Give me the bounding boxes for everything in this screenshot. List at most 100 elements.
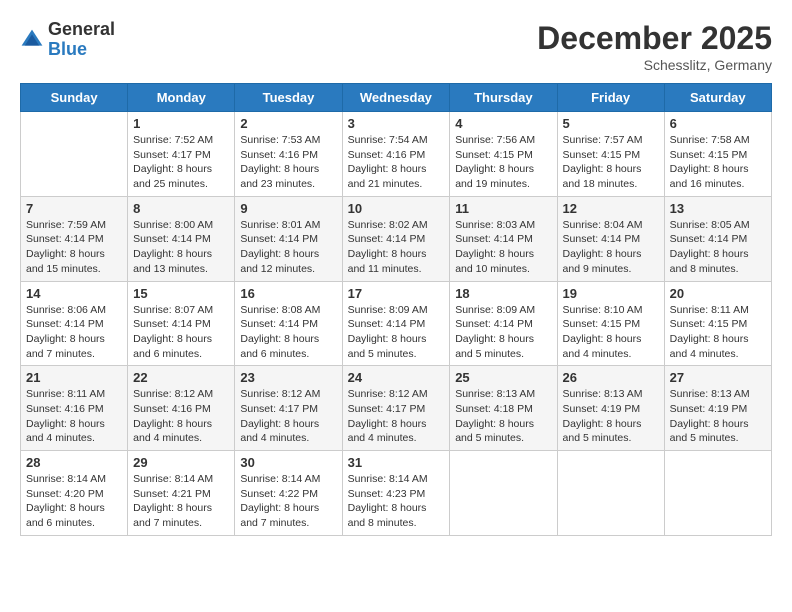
cell-content: Sunrise: 8:13 AM Sunset: 4:19 PM Dayligh… <box>670 387 766 446</box>
day-number: 16 <box>240 286 336 301</box>
day-of-week-header: Tuesday <box>235 84 342 112</box>
day-number: 2 <box>240 116 336 131</box>
day-of-week-header: Friday <box>557 84 664 112</box>
day-number: 26 <box>563 370 659 385</box>
calendar-cell: 30 Sunrise: 8:14 AM Sunset: 4:22 PM Dayli… <box>235 451 342 536</box>
calendar-week-row: 14Sunrise: 8:06 AM Sunset: 4:14 PM Dayli… <box>21 281 772 366</box>
day-number: 27 <box>670 370 766 385</box>
calendar-week-row: 1 Sunrise: 7:52 AM Sunset: 4:17 PM Daylig… <box>21 112 772 197</box>
cell-content: Sunrise: 8:07 AM Sunset: 4:14 PM Dayligh… <box>133 303 229 362</box>
day-number: 15 <box>133 286 229 301</box>
calendar-cell: 28 Sunrise: 8:14 AM Sunset: 4:20 PM Dayli… <box>21 451 128 536</box>
cell-content: Sunrise: 8:10 AM Sunset: 4:15 PM Dayligh… <box>563 303 659 362</box>
day-number: 17 <box>348 286 445 301</box>
cell-content: Sunrise: 8:11 AM Sunset: 4:15 PM Dayligh… <box>670 303 766 362</box>
day-number: 25 <box>455 370 551 385</box>
logo-text: General Blue <box>48 20 115 60</box>
calendar-table: SundayMondayTuesdayWednesdayThursdayFrid… <box>20 83 772 536</box>
cell-content: Sunrise: 8:14 AM Sunset: 4:22 PM Dayligh… <box>240 472 336 531</box>
calendar-cell: 22 Sunrise: 8:12 AM Sunset: 4:16 PM Dayli… <box>128 366 235 451</box>
day-number: 28 <box>26 455 122 470</box>
cell-content: Sunrise: 8:00 AM Sunset: 4:14 PM Dayligh… <box>133 218 229 277</box>
calendar-cell: 9 Sunrise: 8:01 AM Sunset: 4:14 PM Daylig… <box>235 196 342 281</box>
day-number: 23 <box>240 370 336 385</box>
day-number: 18 <box>455 286 551 301</box>
day-number: 31 <box>348 455 445 470</box>
cell-content: Sunrise: 7:54 AM Sunset: 4:16 PM Dayligh… <box>348 133 445 192</box>
day-number: 6 <box>670 116 766 131</box>
calendar-cell: 16 Sunrise: 8:08 AM Sunset: 4:14 PM Dayli… <box>235 281 342 366</box>
logo-icon <box>20 28 44 52</box>
calendar-cell <box>21 112 128 197</box>
cell-content: Sunrise: 8:14 AM Sunset: 4:20 PM Dayligh… <box>26 472 122 531</box>
calendar-cell: 13Sunrise: 8:05 AM Sunset: 4:14 PM Dayli… <box>664 196 771 281</box>
cell-content: Sunrise: 8:11 AM Sunset: 4:16 PM Dayligh… <box>26 387 122 446</box>
day-number: 5 <box>563 116 659 131</box>
calendar-cell: 3 Sunrise: 7:54 AM Sunset: 4:16 PM Daylig… <box>342 112 450 197</box>
calendar-cell: 7Sunrise: 7:59 AM Sunset: 4:14 PM Daylig… <box>21 196 128 281</box>
cell-content: Sunrise: 8:08 AM Sunset: 4:14 PM Dayligh… <box>240 303 336 362</box>
calendar-cell: 31Sunrise: 8:14 AM Sunset: 4:23 PM Dayli… <box>342 451 450 536</box>
day-number: 3 <box>348 116 445 131</box>
calendar-week-row: 21 Sunrise: 8:11 AM Sunset: 4:16 PM Dayli… <box>21 366 772 451</box>
location-text: Schesslitz, Germany <box>537 57 772 73</box>
calendar-week-row: 28 Sunrise: 8:14 AM Sunset: 4:20 PM Dayli… <box>21 451 772 536</box>
day-of-week-header: Saturday <box>664 84 771 112</box>
calendar-cell: 15 Sunrise: 8:07 AM Sunset: 4:14 PM Dayli… <box>128 281 235 366</box>
calendar-cell <box>664 451 771 536</box>
calendar-cell: 19 Sunrise: 8:10 AM Sunset: 4:15 PM Dayli… <box>557 281 664 366</box>
month-title: December 2025 <box>537 20 772 57</box>
day-number: 10 <box>348 201 445 216</box>
calendar-cell: 14Sunrise: 8:06 AM Sunset: 4:14 PM Dayli… <box>21 281 128 366</box>
calendar-cell <box>557 451 664 536</box>
day-number: 30 <box>240 455 336 470</box>
cell-content: Sunrise: 7:59 AM Sunset: 4:14 PM Dayligh… <box>26 218 122 277</box>
calendar-cell: 4 Sunrise: 7:56 AM Sunset: 4:15 PM Daylig… <box>450 112 557 197</box>
cell-content: Sunrise: 7:56 AM Sunset: 4:15 PM Dayligh… <box>455 133 551 192</box>
cell-content: Sunrise: 8:12 AM Sunset: 4:16 PM Dayligh… <box>133 387 229 446</box>
cell-content: Sunrise: 8:01 AM Sunset: 4:14 PM Dayligh… <box>240 218 336 277</box>
cell-content: Sunrise: 7:58 AM Sunset: 4:15 PM Dayligh… <box>670 133 766 192</box>
day-number: 21 <box>26 370 122 385</box>
calendar-cell: 10 Sunrise: 8:02 AM Sunset: 4:14 PM Dayli… <box>342 196 450 281</box>
calendar-header-row: SundayMondayTuesdayWednesdayThursdayFrid… <box>21 84 772 112</box>
day-number: 14 <box>26 286 122 301</box>
cell-content: Sunrise: 7:53 AM Sunset: 4:16 PM Dayligh… <box>240 133 336 192</box>
day-number: 19 <box>563 286 659 301</box>
calendar-cell: 5 Sunrise: 7:57 AM Sunset: 4:15 PM Daylig… <box>557 112 664 197</box>
day-number: 9 <box>240 201 336 216</box>
day-of-week-header: Monday <box>128 84 235 112</box>
title-area: December 2025 Schesslitz, Germany <box>537 20 772 73</box>
logo-general-text: General <box>48 20 115 40</box>
day-number: 1 <box>133 116 229 131</box>
cell-content: Sunrise: 8:13 AM Sunset: 4:18 PM Dayligh… <box>455 387 551 446</box>
day-number: 13 <box>670 201 766 216</box>
calendar-cell: 12Sunrise: 8:04 AM Sunset: 4:14 PM Dayli… <box>557 196 664 281</box>
day-number: 20 <box>670 286 766 301</box>
calendar-cell: 26 Sunrise: 8:13 AM Sunset: 4:19 PM Dayli… <box>557 366 664 451</box>
cell-content: Sunrise: 8:12 AM Sunset: 4:17 PM Dayligh… <box>348 387 445 446</box>
day-number: 24 <box>348 370 445 385</box>
calendar-cell <box>450 451 557 536</box>
calendar-cell: 17 Sunrise: 8:09 AM Sunset: 4:14 PM Dayli… <box>342 281 450 366</box>
calendar-cell: 18Sunrise: 8:09 AM Sunset: 4:14 PM Dayli… <box>450 281 557 366</box>
cell-content: Sunrise: 8:02 AM Sunset: 4:14 PM Dayligh… <box>348 218 445 277</box>
calendar-cell: 1 Sunrise: 7:52 AM Sunset: 4:17 PM Daylig… <box>128 112 235 197</box>
cell-content: Sunrise: 8:09 AM Sunset: 4:14 PM Dayligh… <box>348 303 445 362</box>
cell-content: Sunrise: 8:13 AM Sunset: 4:19 PM Dayligh… <box>563 387 659 446</box>
day-number: 12 <box>563 201 659 216</box>
day-number: 4 <box>455 116 551 131</box>
cell-content: Sunrise: 7:52 AM Sunset: 4:17 PM Dayligh… <box>133 133 229 192</box>
calendar-cell: 24 Sunrise: 8:12 AM Sunset: 4:17 PM Dayli… <box>342 366 450 451</box>
calendar-cell: 27 Sunrise: 8:13 AM Sunset: 4:19 PM Dayli… <box>664 366 771 451</box>
calendar-cell: 23Sunrise: 8:12 AM Sunset: 4:17 PM Dayli… <box>235 366 342 451</box>
page-header: General Blue December 2025 Schesslitz, G… <box>20 20 772 73</box>
calendar-week-row: 7Sunrise: 7:59 AM Sunset: 4:14 PM Daylig… <box>21 196 772 281</box>
day-number: 11 <box>455 201 551 216</box>
cell-content: Sunrise: 7:57 AM Sunset: 4:15 PM Dayligh… <box>563 133 659 192</box>
calendar-cell: 2 Sunrise: 7:53 AM Sunset: 4:16 PM Daylig… <box>235 112 342 197</box>
day-of-week-header: Wednesday <box>342 84 450 112</box>
calendar-cell: 25 Sunrise: 8:13 AM Sunset: 4:18 PM Dayli… <box>450 366 557 451</box>
day-number: 22 <box>133 370 229 385</box>
calendar-cell: 29Sunrise: 8:14 AM Sunset: 4:21 PM Dayli… <box>128 451 235 536</box>
